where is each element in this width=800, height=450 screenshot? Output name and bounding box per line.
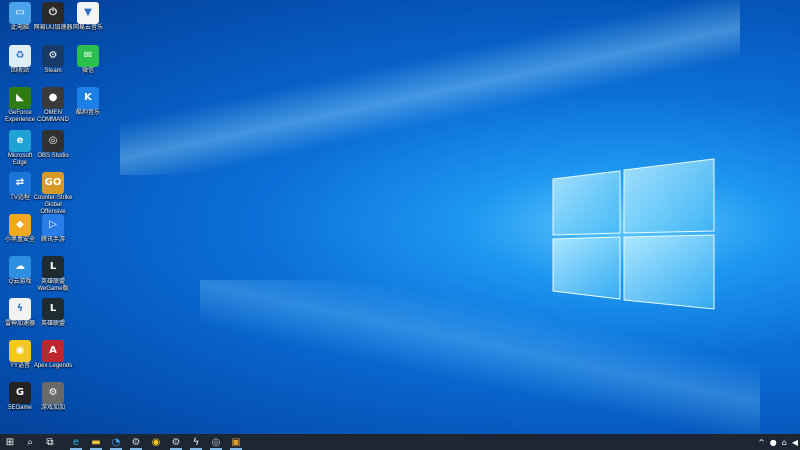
- yy-icon: ◉: [9, 340, 31, 362]
- task-view-button-icon: ⧉: [46, 436, 54, 448]
- desktop-icon-mobile-game[interactable]: ▷ 腾讯手游: [33, 214, 73, 256]
- taskbar-obs-icon: ◎: [211, 436, 221, 448]
- desktop-icon-label: 网易UU加速器: [33, 25, 73, 31]
- network-icon[interactable]: ⌂: [782, 438, 787, 447]
- taskbar-steam[interactable]: ⚙: [126, 434, 146, 450]
- csgo-icon: GO: [42, 172, 64, 194]
- music-icon: ▼: [77, 2, 99, 24]
- show-hidden-icons[interactable]: ^: [758, 438, 765, 447]
- uu-accelerator-icon: ⏻: [42, 2, 64, 24]
- game-platform-icon: G: [9, 382, 31, 404]
- desktop-icon-uu-accelerator[interactable]: ⏻ 网易UU加速器: [33, 2, 73, 44]
- taskbar-yy[interactable]: ◉: [146, 434, 166, 450]
- taskbar-file-explorer-icon: ▬: [91, 436, 101, 448]
- mobile-game-icon: ▷: [42, 214, 64, 236]
- this-pc-icon: ▭: [9, 2, 31, 24]
- windows-logo: [552, 158, 715, 310]
- taskbar-accelerator-icon: ϟ: [192, 436, 200, 448]
- desktop-icon-kugou[interactable]: K 酷狗音乐: [68, 87, 108, 129]
- taskbar-steam-icon: ⚙: [131, 436, 141, 448]
- desktop-icon-label: 微信: [81, 68, 94, 74]
- desktop-icon-label: 酷狗音乐: [75, 110, 100, 116]
- desktop-icon-wechat[interactable]: ✉ 微信: [68, 45, 108, 87]
- desktop-icon-label: 网易云音乐: [72, 25, 103, 31]
- edge-icon: e: [9, 130, 31, 152]
- taskbar-file-explorer[interactable]: ▬: [86, 434, 106, 450]
- teamviewer-icon: ⇄: [9, 172, 31, 194]
- desktop-icon-csgo[interactable]: GO Counter-Strike Global Offensive: [33, 172, 73, 215]
- desktop-icon-label: 游戏加加: [40, 405, 65, 411]
- desktop-icon-omen[interactable]: ● OMEN COMMAND: [33, 87, 73, 129]
- start-button[interactable]: ⊞: [0, 434, 20, 450]
- omen-icon: ●: [42, 87, 64, 109]
- taskbar-edge[interactable]: e: [66, 434, 86, 450]
- desktop-icon-obs[interactable]: ◎ OBS Studio: [33, 130, 73, 172]
- system-tray: ^ ● ⌂ ◀: [753, 434, 798, 450]
- light-beam-top: [120, 0, 740, 175]
- desktop-icon-label: OBS Studio: [37, 153, 69, 159]
- steam-icon: ⚙: [42, 45, 64, 67]
- search-button[interactable]: ⌕: [20, 434, 40, 450]
- taskbar-steam-2[interactable]: ⚙: [166, 434, 186, 450]
- desktop-icon-label: Steam: [44, 68, 62, 74]
- taskbar-qq-browser[interactable]: ◔: [106, 434, 126, 450]
- obs-icon: ◎: [42, 130, 64, 152]
- taskbar-csgo[interactable]: ▣: [226, 434, 246, 450]
- desktop-icon-music[interactable]: ▼ 网易云音乐: [68, 2, 108, 44]
- desktop-icon-label: 英雄联盟: [40, 321, 65, 327]
- lol-icon: L: [42, 256, 64, 278]
- start-button-icon: ⊞: [5, 436, 15, 448]
- desktop-wallpaper: ▭ 此电脑 ♻ 回收站 ◣ GeForce Experience e Microsoft Ed…: [0, 0, 800, 434]
- wechat-icon: ✉: [77, 45, 99, 67]
- taskbar-accelerator[interactable]: ϟ: [186, 434, 206, 450]
- desktop-icon-label: 腾讯手游: [40, 237, 65, 243]
- desktop-icon-label: Counter-Strike Global Offensive: [33, 195, 73, 215]
- desktop-icon-game-tool[interactable]: ⚙ 游戏加加: [33, 382, 73, 424]
- taskbar-edge-icon: e: [72, 436, 80, 448]
- recycle-bin-icon: ♻: [9, 45, 31, 67]
- volume-icon[interactable]: ◀: [792, 438, 798, 447]
- taskbar-steam-2-icon: ⚙: [171, 436, 181, 448]
- nvidia-icon: ◣: [9, 87, 31, 109]
- cloud-game-icon: ☁: [9, 256, 31, 278]
- apex-icon: A: [42, 340, 64, 362]
- kugou-icon: K: [77, 87, 99, 109]
- desktop-icon-lol-client[interactable]: L 英雄联盟: [33, 298, 73, 340]
- desktop-icon-label: Apex Legends: [33, 363, 73, 369]
- taskbar-obs[interactable]: ◎: [206, 434, 226, 450]
- desktop-icon-lol[interactable]: L 英雄联盟WeGame版: [33, 256, 73, 298]
- lol-client-icon: L: [42, 298, 64, 320]
- desktop-icon-label: OMEN COMMAND: [37, 110, 69, 123]
- taskbar-qq-browser-icon: ◔: [111, 436, 121, 448]
- microphone-icon[interactable]: ●: [770, 438, 777, 447]
- search-button-icon: ⌕: [27, 436, 33, 448]
- desktop-icon-steam[interactable]: ⚙ Steam: [33, 45, 73, 87]
- taskbar: ⊞ ⌕ ⧉ e ▬ ◔ ⚙ ◉ ⚙ ϟ ◎ ▣: [0, 434, 800, 450]
- task-view-button[interactable]: ⧉: [40, 434, 60, 450]
- shield-app-icon: ◆: [9, 214, 31, 236]
- desktop-icon-apex[interactable]: A Apex Legends: [33, 340, 73, 382]
- desktop-icon-label: 英雄联盟WeGame版: [37, 279, 69, 292]
- accelerator-icon: ϟ: [9, 298, 31, 320]
- game-tool-icon: ⚙: [42, 382, 64, 404]
- taskbar-csgo-icon: ▣: [231, 436, 241, 448]
- taskbar-yy-icon: ◉: [151, 436, 161, 448]
